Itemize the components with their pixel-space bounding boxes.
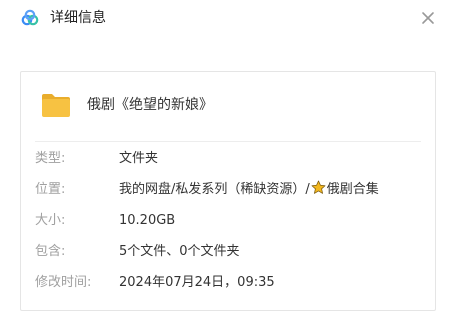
cloud-logo-icon: [21, 9, 39, 26]
size-value: 10.20GB: [119, 213, 176, 228]
close-icon[interactable]: [416, 6, 440, 30]
star-icon: [311, 180, 326, 194]
dialog-titlebar: 详细信息: [0, 0, 456, 36]
divider: [35, 141, 421, 142]
modified-value: 2024年07月24日，09:35: [119, 275, 275, 290]
detail-row-contains: 包含: 5个文件、0个文件夹: [35, 242, 435, 262]
contains-label: 包含:: [35, 244, 66, 259]
type-label: 类型:: [35, 151, 66, 166]
detail-row-type: 类型: 文件夹: [35, 149, 435, 169]
location-path-prefix: 我的网盘/私发系列（稀缺资源）/: [119, 182, 310, 197]
modified-label: 修改时间:: [35, 275, 92, 290]
location-value: 我的网盘/私发系列（稀缺资源）/ 俄剧合集: [119, 180, 379, 200]
details-card: 俄剧《绝望的新娘》 类型: 文件夹 位置: 我的网盘/私发系列（稀缺资源）/ 俄剧…: [20, 71, 436, 311]
detail-row-location: 位置: 我的网盘/私发系列（稀缺资源）/ 俄剧合集: [35, 180, 435, 200]
item-name: 俄剧《绝望的新娘》: [87, 97, 213, 113]
size-label: 大小:: [35, 213, 66, 228]
detail-row-modified: 修改时间: 2024年07月24日，09:35: [35, 273, 435, 293]
dialog-title: 详细信息: [50, 10, 106, 26]
location-path-suffix: 俄剧合集: [326, 182, 379, 197]
detail-row-size: 大小: 10.20GB: [35, 211, 435, 231]
type-value: 文件夹: [119, 151, 159, 166]
contains-value: 5个文件、0个文件夹: [119, 244, 240, 259]
location-label: 位置:: [35, 182, 66, 197]
folder-icon: [42, 94, 70, 117]
